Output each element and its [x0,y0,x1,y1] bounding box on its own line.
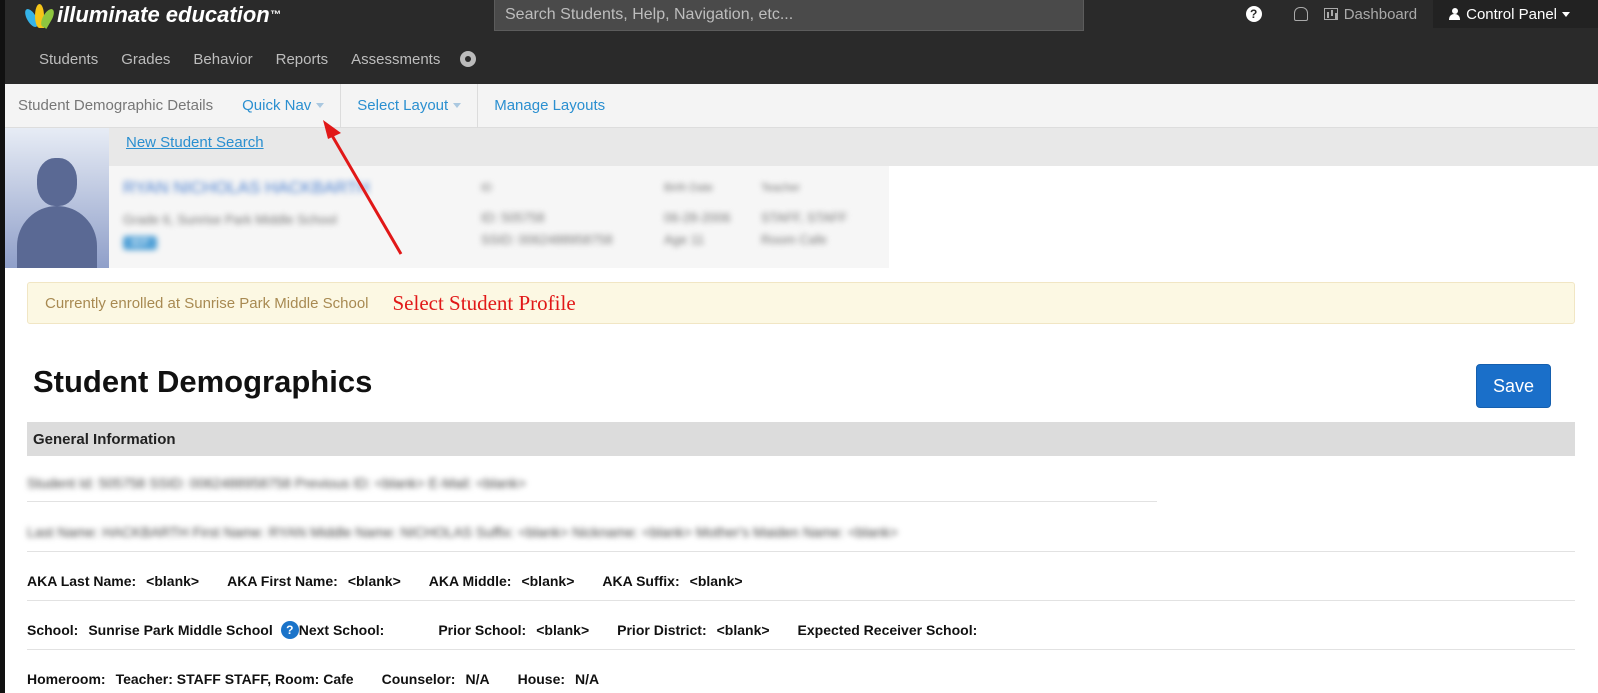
room-value: Room Cafe [761,232,827,247]
field-label: Prior School: [438,621,527,638]
quick-nav-dropdown[interactable]: Quick Nav [226,83,342,128]
enrollment-banner: Currently enrolled at Sunrise Park Middl… [27,282,1575,324]
quick-nav-label: Quick Nav [242,97,312,114]
nav-assessments[interactable]: Assessments [351,51,440,68]
field-value: <blank> [521,572,575,589]
field-value: <blank> [347,572,401,589]
main-nav: Students Grades Behavior Reports Assessm… [5,44,475,74]
aka-last-name-field[interactable]: AKA Last Name: <blank> [27,573,199,589]
student-grade-school: Grade 6, Sunrise Park Middle School [123,212,337,227]
field-label: Counselor: [381,671,456,687]
app-window: illuminate education ™ Search Students, H… [5,0,1598,693]
ssid-value: SSID: 0062488958758 [481,232,613,247]
field-value: N/A [465,671,490,687]
field-value: <blank> [146,572,200,589]
field-label: AKA First Name: [227,572,338,589]
field-label: House: [517,671,566,687]
chevron-down-icon [1562,11,1570,17]
student-badge: IEP [123,236,157,250]
new-student-search-link[interactable]: New Student Search [126,134,264,151]
annotation-text: Select Student Profile [392,290,576,315]
birth-date-label: Birth Date [664,182,713,194]
aka-first-name-field[interactable]: AKA First Name: <blank> [227,573,401,589]
field-value: <blank> [689,572,743,589]
names-row-blurred: Last Name: HACKBARTH First Name: RYAN Mi… [27,523,898,540]
nav-behavior[interactable]: Behavior [193,51,252,68]
teacher-label: Teacher [761,182,801,194]
age-value: Age 11 [664,232,705,247]
user-icon [1449,8,1461,20]
chevron-down-icon [316,103,325,108]
student-avatar [5,128,109,268]
nav-reports[interactable]: Reports [276,51,329,68]
sub-navbar: Student Demographic Details Quick Nav Se… [5,83,1598,128]
page-breadcrumb: Student Demographic Details [18,97,214,114]
help-icon[interactable]: ? [280,620,299,639]
enrollment-message: Currently enrolled at Sunrise Park Middl… [45,294,369,312]
prior-district-field[interactable]: Prior District: <blank> [617,622,769,638]
field-value: N/A [575,671,600,687]
expected-receiver-school-field[interactable]: Expected Receiver School: [798,622,988,638]
counselor-field[interactable]: Counselor: N/A [382,671,490,687]
school-field[interactable]: School: Sunrise Park Middle School ? [27,620,299,639]
logo[interactable]: illuminate education ™ [22,0,281,30]
field-value: <blank> [716,621,770,638]
logo-icon [22,2,57,29]
dashboard-label: Dashboard [1343,5,1418,23]
field-label: Expected Receiver School: [797,621,978,638]
next-school-field[interactable]: Next School: [299,622,395,638]
control-panel-dropdown[interactable]: Control Panel [1433,0,1598,28]
student-header: New Student Search RYAN NICHOLAS HACKBAR… [5,128,1598,268]
bell-icon [1293,7,1308,21]
control-panel-label: Control Panel [1466,5,1557,23]
logo-text: illuminate education [57,2,270,27]
bar-chart-icon [1323,8,1338,20]
save-button[interactable]: Save [1476,364,1551,408]
field-row-aka: AKA Last Name: <blank> AKA First Name: <… [27,561,1575,601]
field-label: AKA Suffix: [602,572,680,589]
id-label: ID [481,182,492,194]
logo-trademark: ™ [269,9,281,21]
field-label: School: [27,621,79,638]
field-value: <blank> [536,621,590,638]
field-row-names: Last Name: HACKBARTH First Name: RYAN Mi… [27,512,1575,552]
field-label: Homeroom: [27,671,106,687]
field-value: Teacher: STAFF STAFF, Room: Cafe [115,671,354,687]
field-label: Next School: [298,621,385,638]
chevron-down-icon [453,103,462,108]
teacher-value: STAFF, STAFF [761,210,848,225]
aka-middle-field[interactable]: AKA Middle: <blank> [429,573,575,589]
homeroom-field[interactable]: Homeroom: Teacher: STAFF STAFF, Room: Ca… [27,671,354,687]
birth-date-value: 06-28-2006 [664,210,731,225]
field-row-ids-divider [27,463,1157,502]
help-icon: ? [1245,6,1262,22]
field-label: Prior District: [617,621,707,638]
help-button[interactable]: ? [1245,6,1262,22]
top-navbar: illuminate education ™ Search Students, H… [5,0,1598,84]
global-search-input[interactable]: Search Students, Help, Navigation, etc..… [494,0,1084,31]
page-title: Student Demographics [33,364,373,399]
gear-icon[interactable] [462,53,475,65]
nav-students[interactable]: Students [39,51,98,68]
search-placeholder: Search Students, Help, Navigation, etc..… [505,6,794,23]
section-header-general-information: General Information [27,422,1575,456]
id-value: ID: 505758 [481,210,545,225]
field-row-school: School: Sunrise Park Middle School ? Nex… [27,610,1575,650]
field-label: AKA Last Name: [27,572,137,589]
aka-suffix-field[interactable]: AKA Suffix: <blank> [602,573,742,589]
field-row-homeroom: Homeroom: Teacher: STAFF STAFF, Room: Ca… [27,659,1575,693]
field-value: Sunrise Park Middle School [88,621,273,638]
prior-school-field[interactable]: Prior School: <blank> [438,622,589,638]
house-field[interactable]: House: N/A [518,671,600,687]
notifications-button[interactable] [1293,7,1308,21]
dashboard-link[interactable]: Dashboard [1323,5,1418,23]
nav-grades[interactable]: Grades [121,51,170,68]
manage-layouts-link[interactable]: Manage Layouts [478,84,621,128]
select-layout-dropdown[interactable]: Select Layout [341,83,479,128]
top-right-controls: ? Dashboard Control Panel [1230,0,1598,28]
field-label: AKA Middle: [428,572,512,589]
select-layout-label: Select Layout [357,97,449,114]
student-info-card: RYAN NICHOLAS HACKBARTH Grade 6, Sunrise… [109,166,889,268]
student-name[interactable]: RYAN NICHOLAS HACKBARTH [123,178,370,198]
